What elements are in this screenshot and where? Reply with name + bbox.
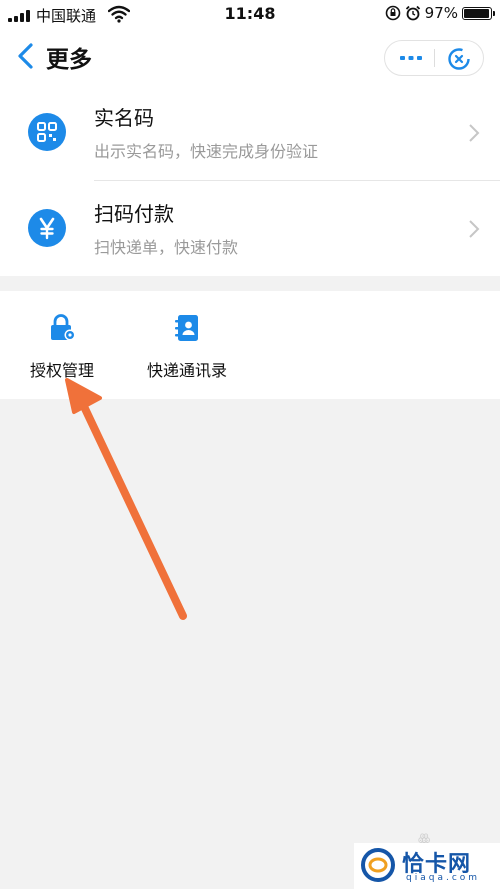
battery-percent: 97%: [424, 4, 458, 22]
watermark-url: qiaqa.com: [406, 873, 481, 883]
navigation-bar: 更多: [0, 30, 500, 86]
rotation-lock-icon: [385, 5, 400, 21]
list-item-title: 扫码付款: [94, 202, 174, 226]
close-mini-program-icon[interactable]: [447, 47, 471, 71]
back-arrow-icon[interactable]: [14, 42, 38, 70]
alarm-icon: [405, 5, 420, 21]
qr-code-icon: [28, 113, 66, 151]
battery-icon: [462, 6, 495, 20]
contact-book-icon: [175, 315, 198, 341]
watermark-logo-icon: [361, 848, 395, 882]
chevron-right-icon: [469, 220, 480, 238]
battery-fill: [464, 8, 490, 18]
list-item-scan-pay[interactable]: 扫码付款 扫快递单，快速付款: [0, 182, 500, 276]
status-bar: 中国联通 11:48 97%: [0, 0, 500, 30]
grid-item-contacts[interactable]: 快递通讯录: [142, 313, 232, 381]
capsule-divider: [434, 49, 435, 67]
list-item-subtitle: 扫快递单，快速付款: [94, 238, 239, 257]
list-item-subtitle: 出示实名码，快速完成身份验证: [94, 142, 319, 161]
page-title: 更多: [46, 47, 92, 73]
function-grid: 授权管理 快递通讯录: [0, 291, 500, 399]
grid-item-label: 快递通讯录: [146, 361, 227, 380]
grid-item-authorization[interactable]: 授权管理: [26, 313, 98, 381]
chevron-right-icon: [469, 124, 480, 142]
yen-icon: [28, 209, 66, 247]
watermark: 恰卡网 qiaqa.com: [354, 843, 500, 889]
grid-item-label: 授权管理: [29, 361, 94, 380]
mini-program-capsule: [384, 40, 484, 76]
lock-gear-icon: [51, 314, 76, 341]
more-options-icon[interactable]: [400, 49, 422, 67]
list-item-real-name-code[interactable]: 实名码 出示实名码，快速完成身份验证: [0, 86, 500, 180]
list-divider: [94, 180, 500, 181]
list-item-title: 实名码: [94, 106, 154, 130]
